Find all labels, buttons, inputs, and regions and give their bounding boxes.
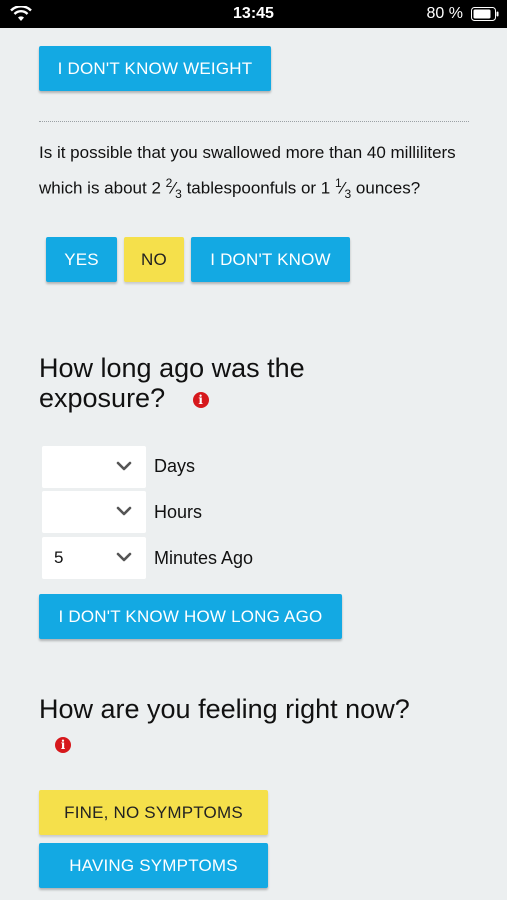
dont-know-button[interactable]: I DON'T KNOW [191,237,350,282]
exposure-heading-line1: How long ago was the [39,353,305,383]
feeling-heading: How are you feeling right now? i [39,694,410,758]
minutes-select[interactable]: 5 [42,537,146,579]
fraction-denominator: 3 [175,187,182,202]
exposure-heading-line2: exposure? [39,383,166,413]
chevron-down-icon [116,461,132,471]
minutes-label: Minutes Ago [154,548,254,568]
days-select[interactable] [42,446,146,488]
question-text: tablespoonfuls or 1 [181,178,335,198]
section-divider [39,121,469,122]
swallow-question: Is it possible that you swallowed more t… [39,143,456,202]
dont-know-weight-button[interactable]: I DON'T KNOW WEIGHT [39,46,271,91]
fraction-numerator: 1 [334,176,342,190]
exposure-heading: How long ago was the exposure? i [39,353,305,413]
battery-icon [471,7,499,21]
dont-know-how-long-button[interactable]: I DON'T KNOW HOW LONG AGO [39,594,342,639]
days-label: Days [154,456,196,476]
fine-no-symptoms-button[interactable]: FINE, NO SYMPTOMS [39,790,268,835]
feeling-heading-text: How are you feeling right now? [39,694,410,724]
hours-select[interactable] [42,491,146,533]
minutes-value: 5 [54,548,64,567]
info-icon[interactable]: i [55,736,71,753]
no-button[interactable]: NO [124,237,184,282]
chevron-down-icon [116,552,132,562]
hours-label: Hours [154,502,203,522]
yes-button[interactable]: YES [46,237,117,282]
having-symptoms-button[interactable]: HAVING SYMPTOMS [39,843,268,888]
status-bar: 13:45 80 % [0,0,507,28]
question-text: ounces? [351,178,421,198]
battery-percent: 80 % [426,5,463,22]
info-icon[interactable]: i [192,391,209,408]
chevron-down-icon [116,506,132,516]
fraction-numerator: 2 [165,176,173,190]
